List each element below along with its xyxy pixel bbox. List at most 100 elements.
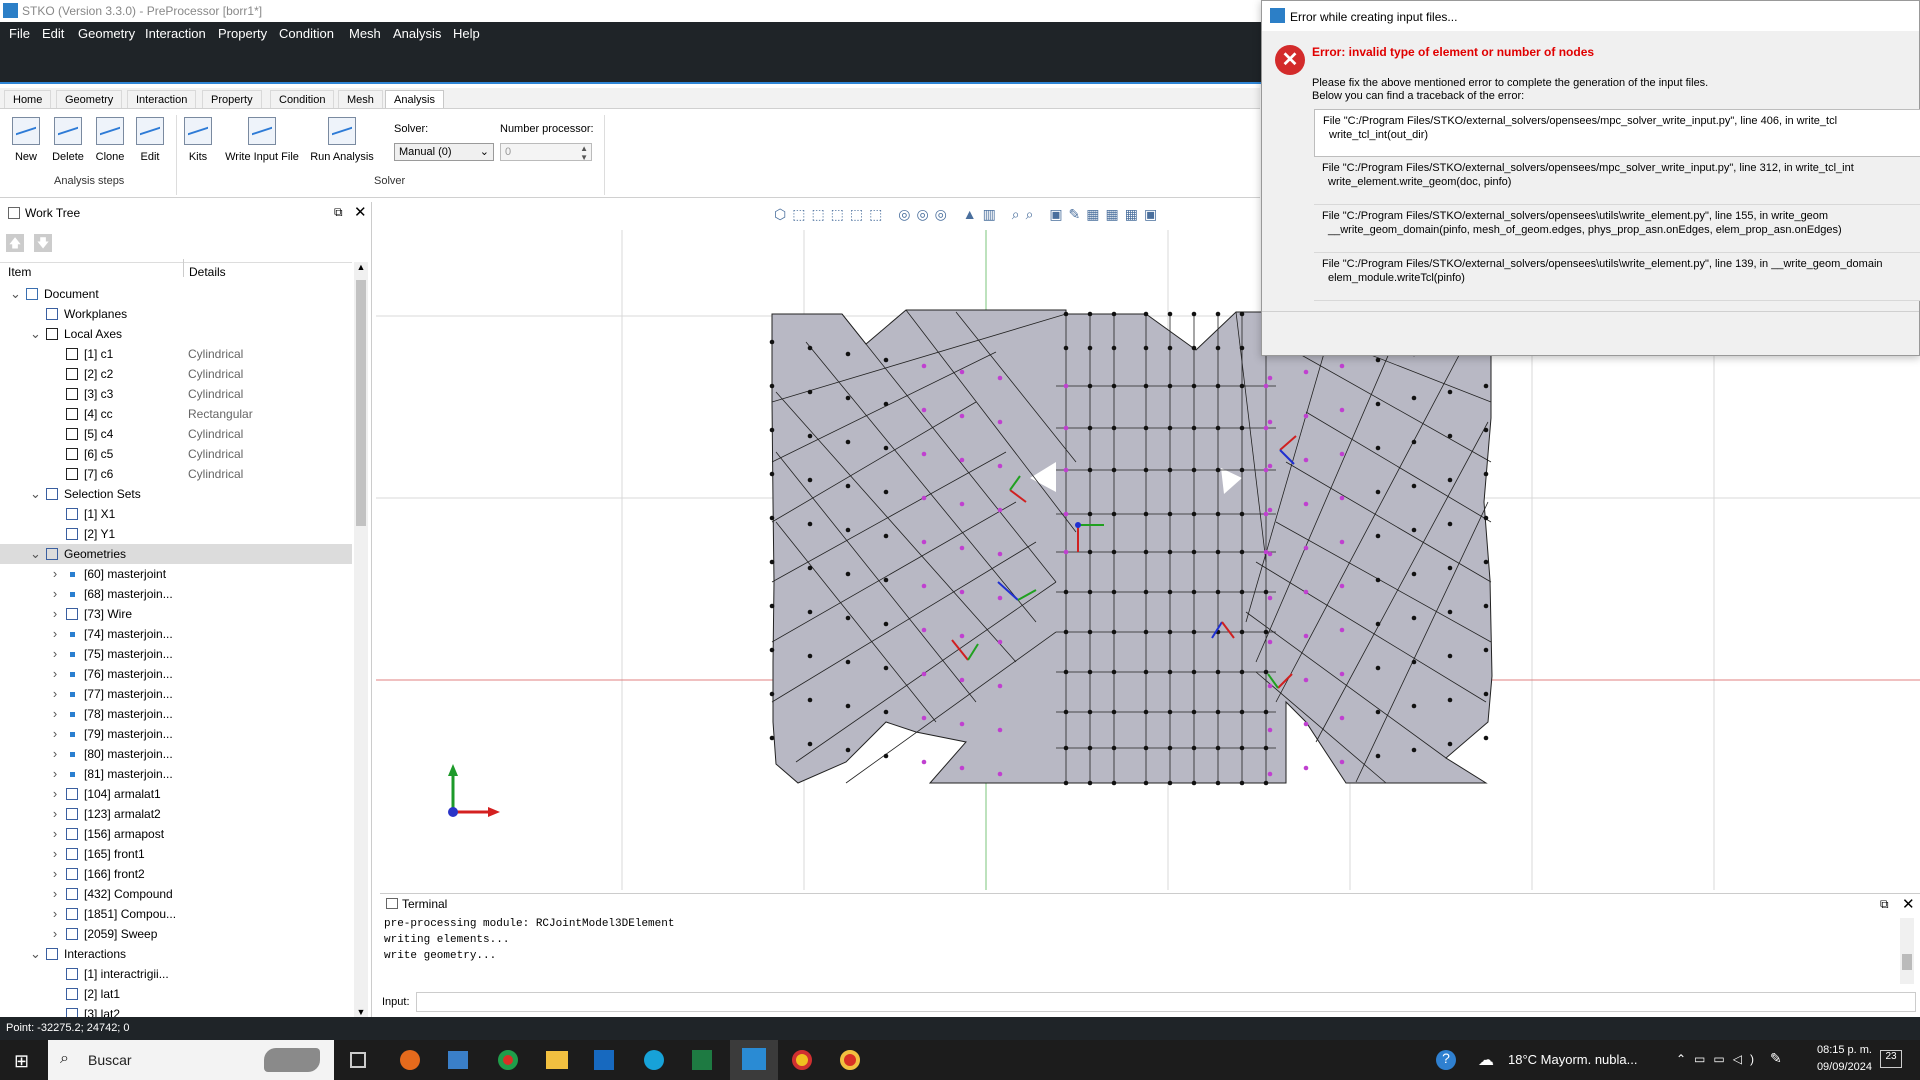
tree-row[interactable]: › [81] masterjoin... bbox=[0, 764, 352, 784]
traceback-item[interactable]: File "C:/Program Files/STKO/external_sol… bbox=[1314, 109, 1920, 157]
terminal-scroll-thumb[interactable] bbox=[1902, 954, 1912, 970]
tree-row[interactable]: › [104] armalat1 bbox=[0, 784, 352, 804]
chevron-right-icon[interactable]: › bbox=[50, 824, 60, 844]
tree-row[interactable]: ⌄ Geometries bbox=[0, 544, 352, 564]
chevron-right-icon[interactable]: › bbox=[50, 724, 60, 744]
tree-row[interactable]: [5] c4 Cylindrical bbox=[0, 424, 352, 444]
column-item[interactable]: Item bbox=[8, 265, 31, 279]
windows-start-icon[interactable]: ⊞ bbox=[14, 1052, 32, 1070]
tree-row[interactable]: ⌄ Document bbox=[0, 284, 352, 304]
search-box[interactable]: ⌕ Buscar bbox=[48, 1040, 334, 1080]
chevron-down-icon[interactable]: ⌄ bbox=[10, 284, 21, 304]
chrome-profile-icon[interactable] bbox=[840, 1050, 860, 1070]
close-panel-icon[interactable]: ✕ bbox=[1902, 895, 1915, 913]
tree-row[interactable]: ⌄ Selection Sets bbox=[0, 484, 352, 504]
tree-row[interactable]: › [73] Wire bbox=[0, 604, 352, 624]
scroll-up-icon[interactable]: ▲ bbox=[355, 262, 367, 272]
tree-row[interactable]: [2] Y1 bbox=[0, 524, 352, 544]
tree-row[interactable]: ⌄ Local Axes bbox=[0, 324, 352, 344]
column-details[interactable]: Details bbox=[189, 265, 226, 279]
chevron-right-icon[interactable]: › bbox=[50, 704, 60, 724]
menu-interaction[interactable]: Interaction bbox=[145, 26, 206, 41]
tree-row[interactable]: › [2059] Sweep bbox=[0, 924, 352, 944]
tree-row[interactable]: › [60] masterjoint bbox=[0, 564, 352, 584]
tree-row[interactable]: › [1851] Compou... bbox=[0, 904, 352, 924]
tree-row[interactable]: › [79] masterjoin... bbox=[0, 724, 352, 744]
menu-help[interactable]: Help bbox=[453, 26, 480, 41]
menu-mesh[interactable]: Mesh bbox=[349, 26, 381, 41]
tab-property[interactable]: Property bbox=[202, 90, 262, 109]
menu-edit[interactable]: Edit bbox=[42, 26, 64, 41]
chevron-right-icon[interactable]: › bbox=[50, 664, 60, 684]
float-panel-icon[interactable]: ⧉ bbox=[1880, 897, 1889, 912]
traceback-item[interactable]: File "C:/Program Files/STKO/external_sol… bbox=[1314, 253, 1920, 301]
chevron-right-icon[interactable]: › bbox=[50, 564, 60, 584]
new-step-button[interactable]: New bbox=[10, 117, 42, 163]
traceback-item[interactable]: File "C:/Program Files/STKO/external_sol… bbox=[1314, 157, 1920, 205]
chevron-right-icon[interactable]: › bbox=[50, 624, 60, 644]
tree-row[interactable]: › [75] masterjoin... bbox=[0, 644, 352, 664]
chevron-down-icon[interactable]: ⌄ bbox=[30, 944, 41, 964]
chevron-right-icon[interactable]: › bbox=[50, 924, 60, 944]
kits-button[interactable]: Kits bbox=[182, 117, 214, 163]
run-analysis-button[interactable]: Run Analysis bbox=[308, 117, 376, 163]
tree-scrollbar[interactable]: ▲ ▼ bbox=[354, 262, 368, 1017]
tree-row[interactable]: › [76] masterjoin... bbox=[0, 664, 352, 684]
chevron-right-icon[interactable]: › bbox=[50, 744, 60, 764]
clone-step-button[interactable]: Clone bbox=[92, 117, 128, 163]
menu-analysis[interactable]: Analysis bbox=[393, 26, 441, 41]
file-explorer-icon[interactable] bbox=[546, 1051, 568, 1069]
chevron-right-icon[interactable]: › bbox=[50, 644, 60, 664]
weather-text[interactable]: 18°C Mayorm. nubla... bbox=[1508, 1052, 1637, 1067]
tree-row[interactable]: › [156] armapost bbox=[0, 824, 352, 844]
tree-row[interactable]: › [165] front1 bbox=[0, 844, 352, 864]
terminal-scrollbar[interactable] bbox=[1900, 918, 1914, 984]
tab-mesh[interactable]: Mesh bbox=[338, 90, 383, 109]
menu-file[interactable]: File bbox=[9, 26, 30, 41]
chevron-right-icon[interactable]: › bbox=[50, 884, 60, 904]
menu-geometry[interactable]: Geometry bbox=[78, 26, 135, 41]
delete-step-button[interactable]: Delete bbox=[50, 117, 86, 163]
chevron-right-icon[interactable]: › bbox=[50, 784, 60, 804]
tree-row[interactable]: [4] cc Rectangular bbox=[0, 404, 352, 424]
tree-row[interactable]: › [68] masterjoin... bbox=[0, 584, 352, 604]
weather-icon[interactable]: ☁ bbox=[1478, 1050, 1498, 1069]
terminal-input[interactable] bbox=[416, 992, 1916, 1012]
number-processor-spinbox[interactable]: 0 ▲ ▼ bbox=[500, 143, 592, 162]
tab-interaction[interactable]: Interaction bbox=[127, 90, 197, 109]
menu-property[interactable]: Property bbox=[218, 26, 267, 41]
tab-analysis[interactable]: Analysis bbox=[385, 90, 444, 109]
menu-condition[interactable]: Condition bbox=[279, 26, 334, 41]
move-up-icon[interactable]: 🡅 bbox=[6, 234, 24, 252]
clock-date[interactable]: 09/09/2024 bbox=[1800, 1061, 1872, 1073]
chevron-right-icon[interactable]: › bbox=[50, 764, 60, 784]
move-down-icon[interactable]: 🡇 bbox=[34, 234, 52, 252]
firefox-icon[interactable] bbox=[400, 1050, 420, 1070]
write-input-file-button[interactable]: Write Input File bbox=[222, 117, 302, 163]
chevron-down-icon[interactable]: ⌄ bbox=[30, 324, 41, 344]
tree-row[interactable]: › [80] masterjoin... bbox=[0, 744, 352, 764]
tree-row[interactable]: ⌄ Interactions bbox=[0, 944, 352, 964]
chevron-down-icon[interactable]: ⌄ bbox=[30, 484, 41, 504]
tree-row[interactable]: › [74] masterjoin... bbox=[0, 624, 352, 644]
chevron-right-icon[interactable]: › bbox=[50, 684, 60, 704]
tree-row[interactable]: › [432] Compound bbox=[0, 884, 352, 904]
chevron-right-icon[interactable]: › bbox=[50, 584, 60, 604]
help-icon[interactable]: ? bbox=[1436, 1050, 1456, 1070]
tab-condition[interactable]: Condition bbox=[270, 90, 335, 109]
chevron-right-icon[interactable]: › bbox=[50, 864, 60, 884]
tree-row[interactable]: › [78] masterjoin... bbox=[0, 704, 352, 724]
chevron-right-icon[interactable]: › bbox=[50, 904, 60, 924]
traceback-item[interactable]: File "C:/Program Files/STKO/external_sol… bbox=[1314, 205, 1920, 253]
tree-row[interactable]: [1] interactrigii... bbox=[0, 964, 352, 984]
excel-icon[interactable] bbox=[692, 1050, 712, 1070]
tree-row[interactable]: › [123] armalat2 bbox=[0, 804, 352, 824]
tree-row[interactable]: [1] X1 bbox=[0, 504, 352, 524]
tree-row[interactable]: [6] c5 Cylindrical bbox=[0, 444, 352, 464]
scroll-down-icon[interactable]: ▼ bbox=[355, 1007, 367, 1017]
tree-row[interactable]: › [77] masterjoin... bbox=[0, 684, 352, 704]
stko-taskbar-button[interactable] bbox=[730, 1040, 778, 1080]
scroll-thumb[interactable] bbox=[356, 280, 366, 526]
pen-icon[interactable]: ✎ bbox=[1770, 1050, 1782, 1067]
tree-row[interactable]: [1] c1 Cylindrical bbox=[0, 344, 352, 364]
